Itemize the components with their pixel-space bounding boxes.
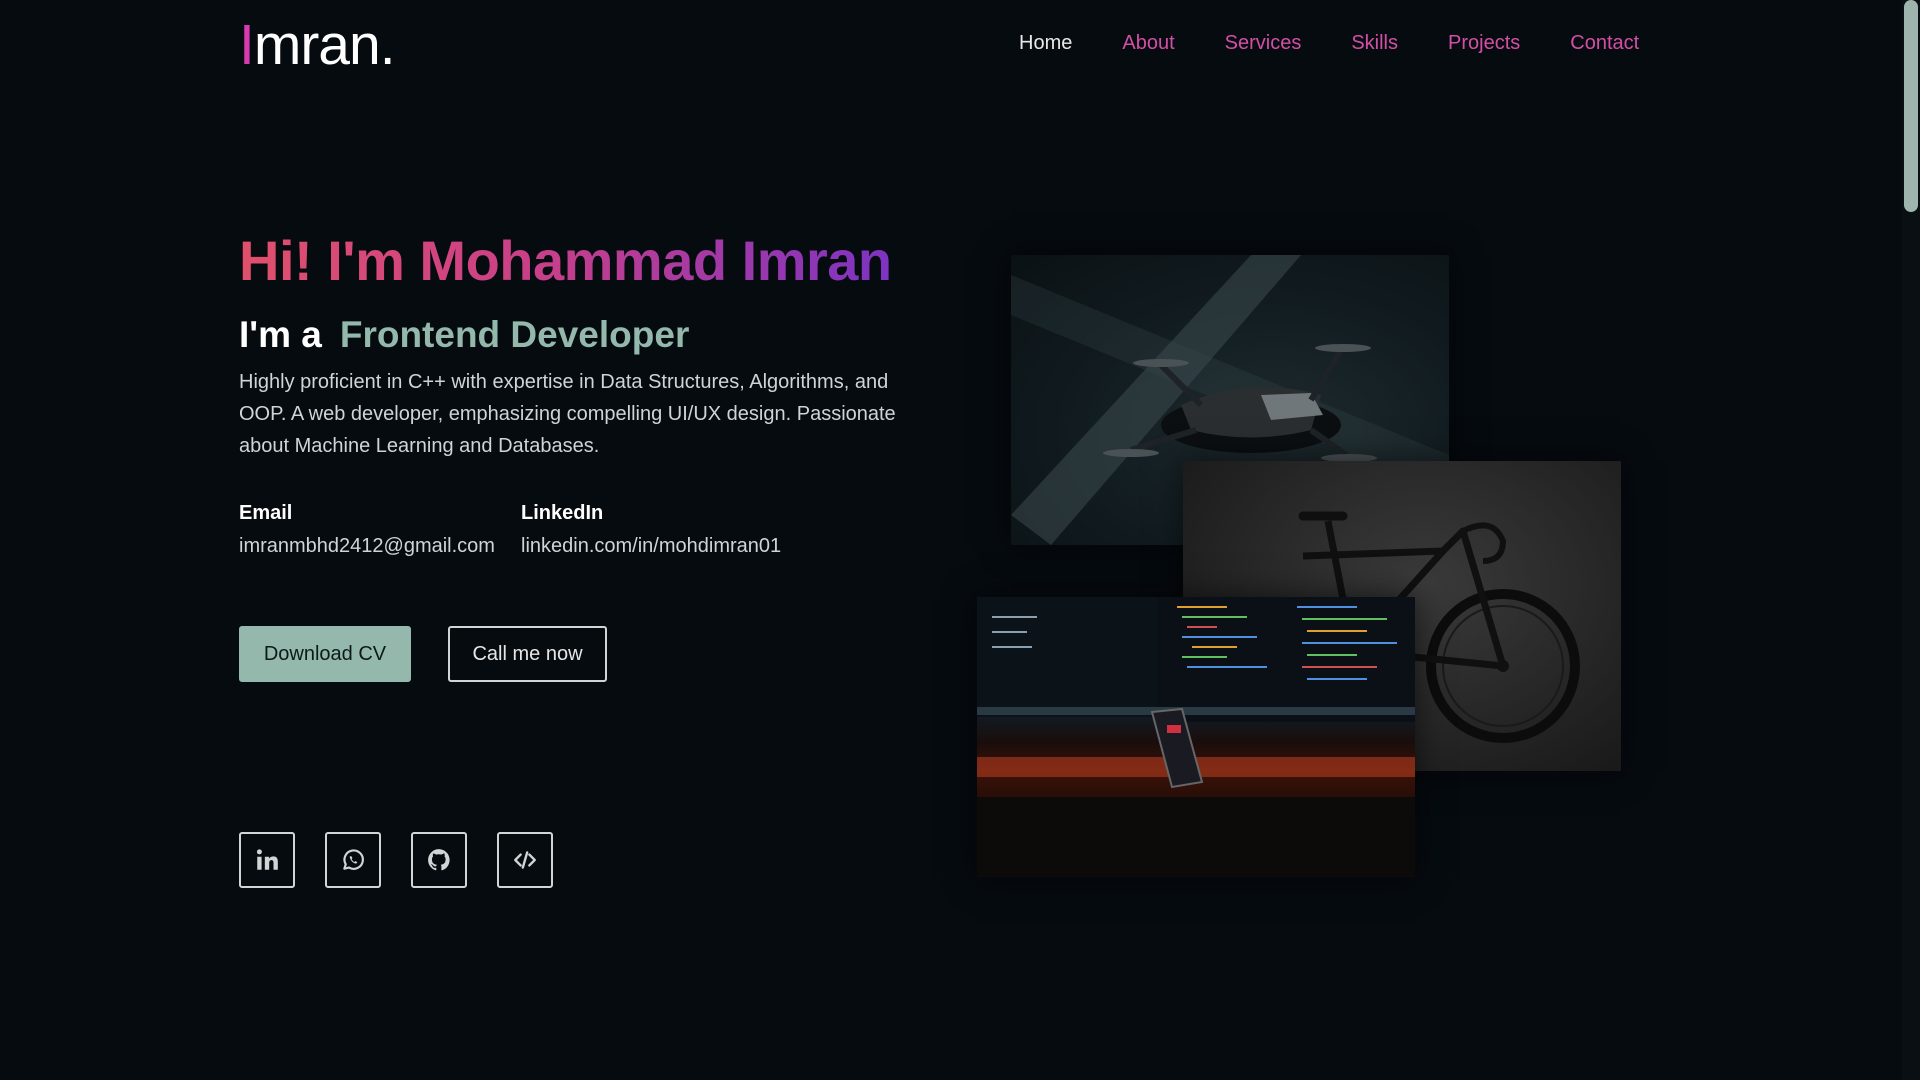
role-value: Frontend Developer bbox=[339, 314, 690, 355]
nav-skills[interactable]: Skills bbox=[1351, 32, 1398, 55]
whatsapp-button[interactable] bbox=[325, 832, 381, 888]
code-icon bbox=[514, 851, 536, 869]
main-nav: Home About Services Skills Projects Cont… bbox=[1019, 32, 1639, 55]
linkedin-button[interactable] bbox=[239, 832, 295, 888]
whatsapp-icon bbox=[343, 849, 364, 870]
hero-description: Highly proficient in C++ with expertise … bbox=[239, 371, 896, 457]
nav-home[interactable]: Home bbox=[1019, 32, 1072, 55]
nav-services[interactable]: Services bbox=[1225, 32, 1302, 55]
linkedin-value[interactable]: linkedin.com/in/mohdimran01 bbox=[521, 535, 781, 558]
code-button[interactable] bbox=[497, 832, 553, 888]
github-icon bbox=[428, 849, 450, 871]
email-contact: Email imranmbhd2412@gmail.com bbox=[239, 502, 495, 558]
logo-text: mran. bbox=[253, 13, 396, 77]
linkedin-icon bbox=[256, 849, 278, 870]
site-logo[interactable]: Imran. bbox=[239, 13, 396, 77]
linkedin-label: LinkedIn bbox=[521, 502, 604, 524]
scrollbar-track[interactable] bbox=[1902, 0, 1920, 1080]
call-me-button[interactable]: Call me now bbox=[448, 626, 607, 682]
scrollbar-thumb[interactable] bbox=[1904, 0, 1918, 212]
desk-setup-photo bbox=[977, 597, 1415, 877]
nav-about[interactable]: About bbox=[1122, 32, 1174, 55]
nav-projects[interactable]: Projects bbox=[1448, 32, 1520, 55]
hero-title: Hi! I'm Mohammad Imran bbox=[239, 229, 892, 292]
page: Imran. Home About Services Skills Projec… bbox=[0, 0, 1920, 1080]
social-links bbox=[239, 832, 553, 888]
github-button[interactable] bbox=[411, 832, 467, 888]
logo-initial: I bbox=[239, 13, 255, 77]
email-value[interactable]: imranmbhd2412@gmail.com bbox=[239, 535, 495, 558]
hero-role: I'm a Frontend Developer bbox=[239, 314, 689, 356]
download-cv-button[interactable]: Download CV bbox=[239, 626, 411, 682]
linkedin-contact: LinkedIn linkedin.com/in/mohdimran01 bbox=[521, 502, 781, 558]
email-label: Email bbox=[239, 502, 293, 524]
nav-contact[interactable]: Contact bbox=[1570, 32, 1639, 55]
role-prefix: I'm a bbox=[239, 314, 322, 355]
